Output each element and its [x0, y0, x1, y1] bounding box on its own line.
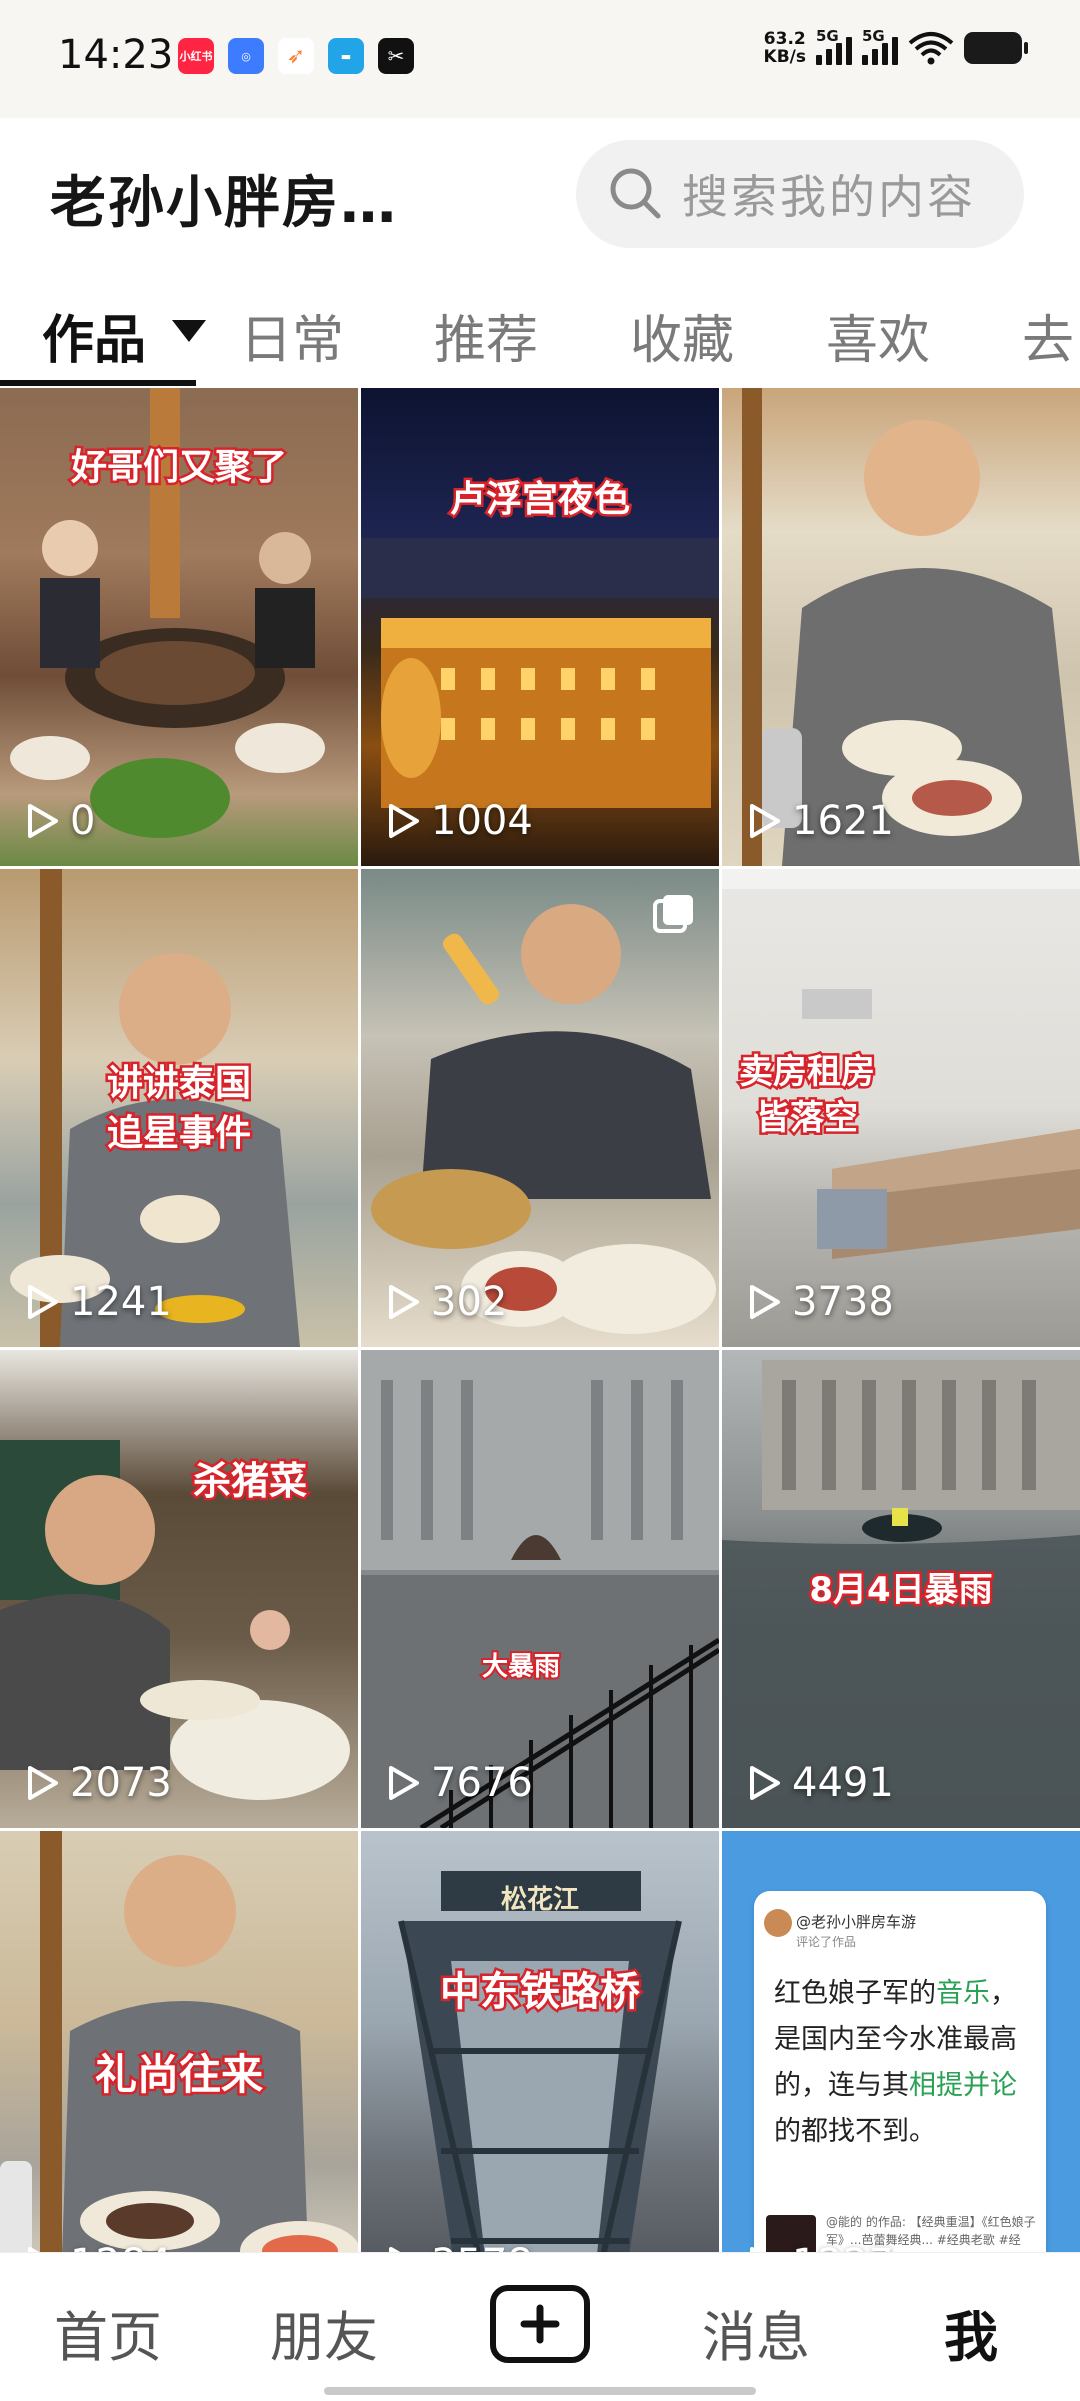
- xiaohongshu-icon: 小红书: [178, 38, 214, 74]
- note-author: @老孙小胖房车游: [796, 1913, 917, 1931]
- tab-likes[interactable]: 喜欢: [826, 298, 930, 373]
- network-speed: 63.2 KB/s: [763, 29, 806, 67]
- flag-icon: ▬: [328, 38, 364, 74]
- video-tile[interactable]: 好哥们又聚了 0: [0, 388, 358, 866]
- video-caption: 卖房租房 皆落空: [737, 1050, 878, 1141]
- play-icon: [750, 1766, 780, 1800]
- play-icon: [750, 2247, 762, 2252]
- video-caption: 礼尚往来: [92, 2048, 265, 2102]
- nav-friends[interactable]: 朋友: [270, 2293, 378, 2372]
- battery-icon: [964, 32, 1028, 64]
- tab-daily[interactable]: 日常: [240, 298, 344, 373]
- tab-active-indicator: [0, 380, 196, 386]
- play-icon: [389, 2247, 401, 2252]
- video-thumbnail: [361, 538, 719, 808]
- chevron-down-icon[interactable]: [172, 320, 206, 342]
- video-tile[interactable]: @老孙小胖房车游 评论了作品 红色娘子军的音乐，是国内至今水准最高的，连与其相提…: [722, 1831, 1080, 2252]
- play-count: 7676: [383, 1760, 533, 1806]
- play-count: 1227: [744, 2241, 894, 2252]
- video-thumbnail: [0, 1440, 350, 1800]
- nav-home[interactable]: 首页: [54, 2293, 162, 2372]
- play-count: 1284: [22, 2241, 172, 2252]
- rocket-icon: ➶: [278, 38, 314, 74]
- video-caption: 讲讲泰国 追星事件: [104, 1061, 253, 1157]
- signal-icon: 5G: [816, 27, 852, 65]
- plus-icon: [520, 2304, 560, 2344]
- video-thumbnail: [371, 904, 716, 1334]
- avatar: [764, 1909, 792, 1937]
- play-count: 0: [22, 798, 95, 844]
- multi-image-icon: [653, 895, 693, 933]
- search-placeholder: 搜索我的内容: [682, 170, 976, 224]
- search-bar[interactable]: 搜索我的内容: [576, 140, 1024, 248]
- bottom-nav: 首页 朋友 消息 我: [0, 2252, 1080, 2401]
- play-count: 1621: [744, 798, 894, 844]
- video-tile[interactable]: 卢浮宫夜色 1004: [361, 388, 719, 866]
- video-tile[interactable]: 卖房租房 皆落空 3738: [722, 869, 1080, 1347]
- note-card: @老孙小胖房车游 评论了作品 红色娘子军的音乐，是国内至今水准最高的，连与其相提…: [754, 1891, 1046, 2252]
- tab-recommend[interactable]: 推荐: [434, 298, 538, 373]
- play-icon: [28, 2247, 40, 2252]
- video-tile[interactable]: 1621: [722, 388, 1080, 866]
- status-time: 14:23: [58, 32, 174, 78]
- signal-icon-2: 5G: [862, 27, 898, 65]
- play-count: 3738: [744, 1279, 894, 1325]
- play-icon: [28, 1285, 58, 1319]
- status-bar: 14:23 小红书 ◎ ➶ ▬ ✂ 63.2 KB/s 5G 5G: [0, 0, 1080, 118]
- play-icon: [389, 804, 419, 838]
- profile-header: 老孙小胖房… 搜索我的内容: [0, 118, 1080, 268]
- video-caption: 好哥们又聚了: [68, 445, 289, 491]
- video-caption: 8月4日暴雨: [807, 1568, 995, 1613]
- play-icon: [28, 804, 58, 838]
- video-tile[interactable]: 礼尚往来 1284: [0, 1831, 358, 2252]
- play-count: 302: [383, 1279, 507, 1325]
- video-grid: 好哥们又聚了 0 卢浮宫夜色 1004 1621 讲讲泰国 追星事件 1241 …: [0, 388, 1080, 2252]
- video-thumbnail: [742, 388, 1080, 866]
- status-app-icons: 小红书 ◎ ➶ ▬ ✂: [178, 38, 414, 74]
- play-count: 2073: [22, 1760, 172, 1806]
- play-count: 1004: [383, 798, 533, 844]
- bridge-sign: 松花江: [500, 1885, 579, 1915]
- play-icon: [750, 1285, 780, 1319]
- video-caption: 中东铁路桥: [438, 1967, 643, 2018]
- tab-works[interactable]: 作品: [42, 298, 146, 373]
- tab-more[interactable]: 去: [1022, 298, 1074, 373]
- video-caption: 大暴雨: [480, 1650, 562, 1684]
- create-button[interactable]: [490, 2285, 590, 2363]
- video-caption: 杀猪菜: [190, 1457, 309, 1506]
- search-icon: [610, 168, 661, 219]
- video-tile[interactable]: 讲讲泰国 追星事件 1241: [0, 869, 358, 1347]
- play-icon: [389, 1766, 419, 1800]
- video-tile[interactable]: 杀猪菜 2073: [0, 1350, 358, 1828]
- video-thumbnail: [361, 1350, 719, 1828]
- play-count: 1241: [22, 1279, 172, 1325]
- note-subtitle: 评论了作品: [796, 1935, 857, 1949]
- tab-favorites[interactable]: 收藏: [630, 298, 734, 373]
- gesture-bar[interactable]: [324, 2387, 756, 2395]
- play-count: 4491: [744, 1760, 894, 1806]
- page-title: 老孙小胖房…: [50, 171, 398, 236]
- video-tile[interactable]: 302: [361, 869, 719, 1347]
- video-tile[interactable]: 8月4日暴雨 4491: [722, 1350, 1080, 1828]
- play-count: 3578: [383, 2241, 533, 2252]
- video-caption: 卢浮宫夜色: [447, 477, 632, 523]
- content-tabs: 作品 日常 推荐 收藏 喜欢 去: [0, 268, 1080, 388]
- video-tile[interactable]: 大暴雨 7676: [361, 1350, 719, 1828]
- play-icon: [389, 1285, 419, 1319]
- browser-icon: ◎: [228, 38, 264, 74]
- capcut-icon: ✂: [378, 38, 414, 74]
- play-icon: [28, 1766, 58, 1800]
- nav-me[interactable]: 我: [944, 2293, 998, 2372]
- status-right: 63.2 KB/s 5G 5G: [763, 27, 1028, 67]
- wifi-icon: [908, 32, 954, 65]
- play-icon: [750, 804, 780, 838]
- note-text: 红色娘子军的音乐，是国内至今水准最高的，连与其相提并论的都找不到。: [774, 1978, 1017, 2147]
- nav-messages[interactable]: 消息: [702, 2293, 810, 2372]
- video-tile[interactable]: 松花江 中东铁路桥 3578: [361, 1831, 719, 2252]
